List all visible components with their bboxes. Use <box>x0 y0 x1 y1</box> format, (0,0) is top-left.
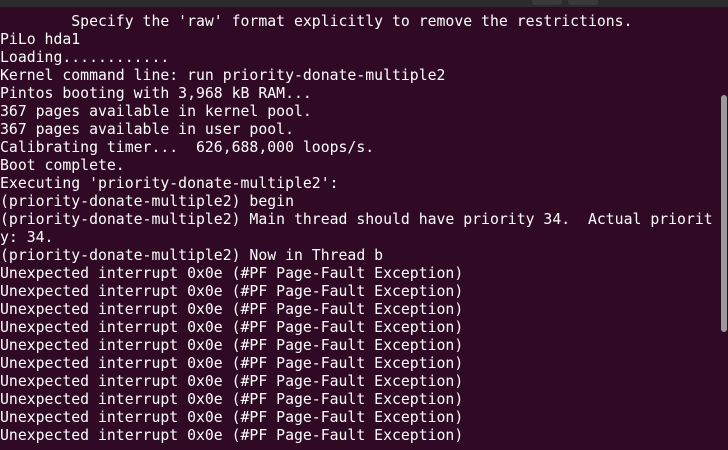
terminal-line: Unexpected interrupt 0x0e (#PF Page-Faul… <box>0 337 464 354</box>
window-titlebar <box>0 0 728 7</box>
terminal-line: PiLo hda1 <box>0 31 81 48</box>
terminal-line: (priority-donate-multiple2) Main thread … <box>0 211 713 228</box>
terminal-line: Unexpected interrupt 0x0e (#PF Page-Faul… <box>0 265 464 282</box>
terminal-line: 367 pages available in kernel pool. <box>0 103 312 120</box>
scrollbar-thumb[interactable] <box>721 95 727 332</box>
terminal-line: Unexpected interrupt 0x0e (#PF Page-Faul… <box>0 355 464 372</box>
terminal-line: (priority-donate-multiple2) Now in Threa… <box>0 247 384 264</box>
terminal-line: Unexpected interrupt 0x0e (#PF Page-Faul… <box>0 301 464 318</box>
terminal-window: Specify the 'raw' format explicitly to r… <box>0 0 728 450</box>
terminal-output[interactable]: Specify the 'raw' format explicitly to r… <box>0 13 718 450</box>
terminal-line: (priority-donate-multiple2) begin <box>0 193 294 210</box>
terminal-line: Boot complete. <box>0 157 125 174</box>
terminal-line: y: 34. <box>0 229 54 246</box>
titlebar-button[interactable] <box>568 0 598 5</box>
terminal-line: Kernel command line: run priority-donate… <box>0 67 446 84</box>
terminal-line: Unexpected interrupt 0x0e (#PF Page-Faul… <box>0 391 464 408</box>
terminal-line: Specify the 'raw' format explicitly to r… <box>0 13 633 30</box>
terminal-line: Executing 'priority-donate-multiple2': <box>0 175 339 192</box>
terminal-line: Loading............ <box>0 49 170 66</box>
terminal-line: Unexpected interrupt 0x0e (#PF Page-Faul… <box>0 283 464 300</box>
terminal-line: Unexpected interrupt 0x0e (#PF Page-Faul… <box>0 427 464 444</box>
titlebar-button[interactable] <box>532 0 562 5</box>
terminal-line: 367 pages available in user pool. <box>0 121 294 138</box>
vertical-scrollbar[interactable] <box>720 7 728 450</box>
terminal-line: Unexpected interrupt 0x0e (#PF Page-Faul… <box>0 409 464 426</box>
terminal-line: Calibrating timer... 626,688,000 loops/s… <box>0 139 375 156</box>
terminal-line: Pintos booting with 3,968 kB RAM... <box>0 85 312 102</box>
terminal-line: Unexpected interrupt 0x0e (#PF Page-Faul… <box>0 319 464 336</box>
terminal-line: Unexpected interrupt 0x0e (#PF Page-Faul… <box>0 373 464 390</box>
